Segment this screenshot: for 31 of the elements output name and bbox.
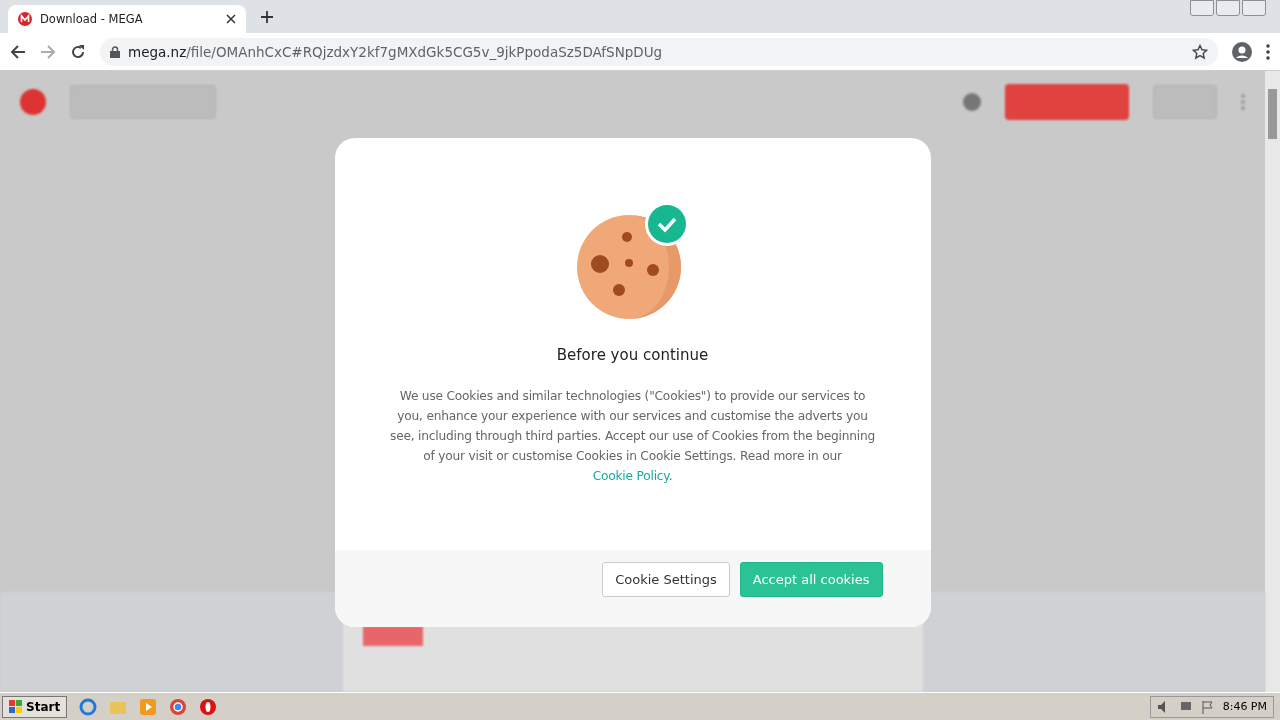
opera-icon[interactable] — [199, 697, 218, 716]
cookie-notice-text: We use Cookies and similar technologies ("Cookies") to provide our services to you, enhance your experience with our services and customise the adverts you see, including through third parties. Accept our use of Cookies from the beginning of your visit or customise Cookies in Cookie Settings. Read more in our Cookie Policy. — [389, 388, 876, 485]
logo — [20, 89, 46, 115]
start-button[interactable]: Start — [2, 695, 68, 718]
browser-tab[interactable]: Download - MEGA — [8, 5, 246, 33]
scrollbar[interactable] — [1265, 71, 1280, 692]
reload-icon[interactable] — [70, 43, 86, 60]
chrome-icon[interactable] — [169, 697, 188, 716]
mega-logo-icon — [18, 12, 32, 26]
cookie-settings-button[interactable]: Cookie Settings — [602, 562, 730, 597]
flag-icon[interactable] — [1200, 699, 1215, 714]
close-icon[interactable] — [226, 14, 236, 24]
tab-title: Download - MEGA — [40, 12, 144, 26]
dialog-title: Before you continue — [556, 346, 709, 364]
close-window-button[interactable] — [1242, 0, 1266, 16]
language-selector[interactable] — [963, 93, 981, 111]
forward-arrow-icon[interactable] — [40, 43, 56, 60]
clock: 8:46 PM — [1222, 700, 1267, 713]
address-bar[interactable]: mega.nz/file/OMAnhCxC#RQjzdxY2kf7gMXdGk5CG5v_9jkPpodaSz5DAfSNpDUg — [100, 37, 1218, 66]
star-icon[interactable] — [1192, 43, 1208, 60]
internet-explorer-icon[interactable] — [79, 697, 98, 716]
windows-logo-icon — [9, 699, 23, 714]
menu-icon[interactable] — [1266, 43, 1270, 60]
restore-button[interactable] — [1216, 0, 1240, 16]
minimize-button[interactable] — [1190, 0, 1214, 16]
back-arrow-icon[interactable] — [10, 43, 26, 60]
url-text: mega.nz/file/OMAnhCxC#RQjzdxY2kf7gMXdGk5CG5v_9jkPpodaSz5DAfSNpDUg — [128, 43, 664, 60]
preview-label — [362, 626, 423, 646]
account-icon[interactable] — [1232, 41, 1252, 62]
media-player-icon[interactable] — [139, 697, 158, 716]
lock-icon — [110, 45, 120, 58]
